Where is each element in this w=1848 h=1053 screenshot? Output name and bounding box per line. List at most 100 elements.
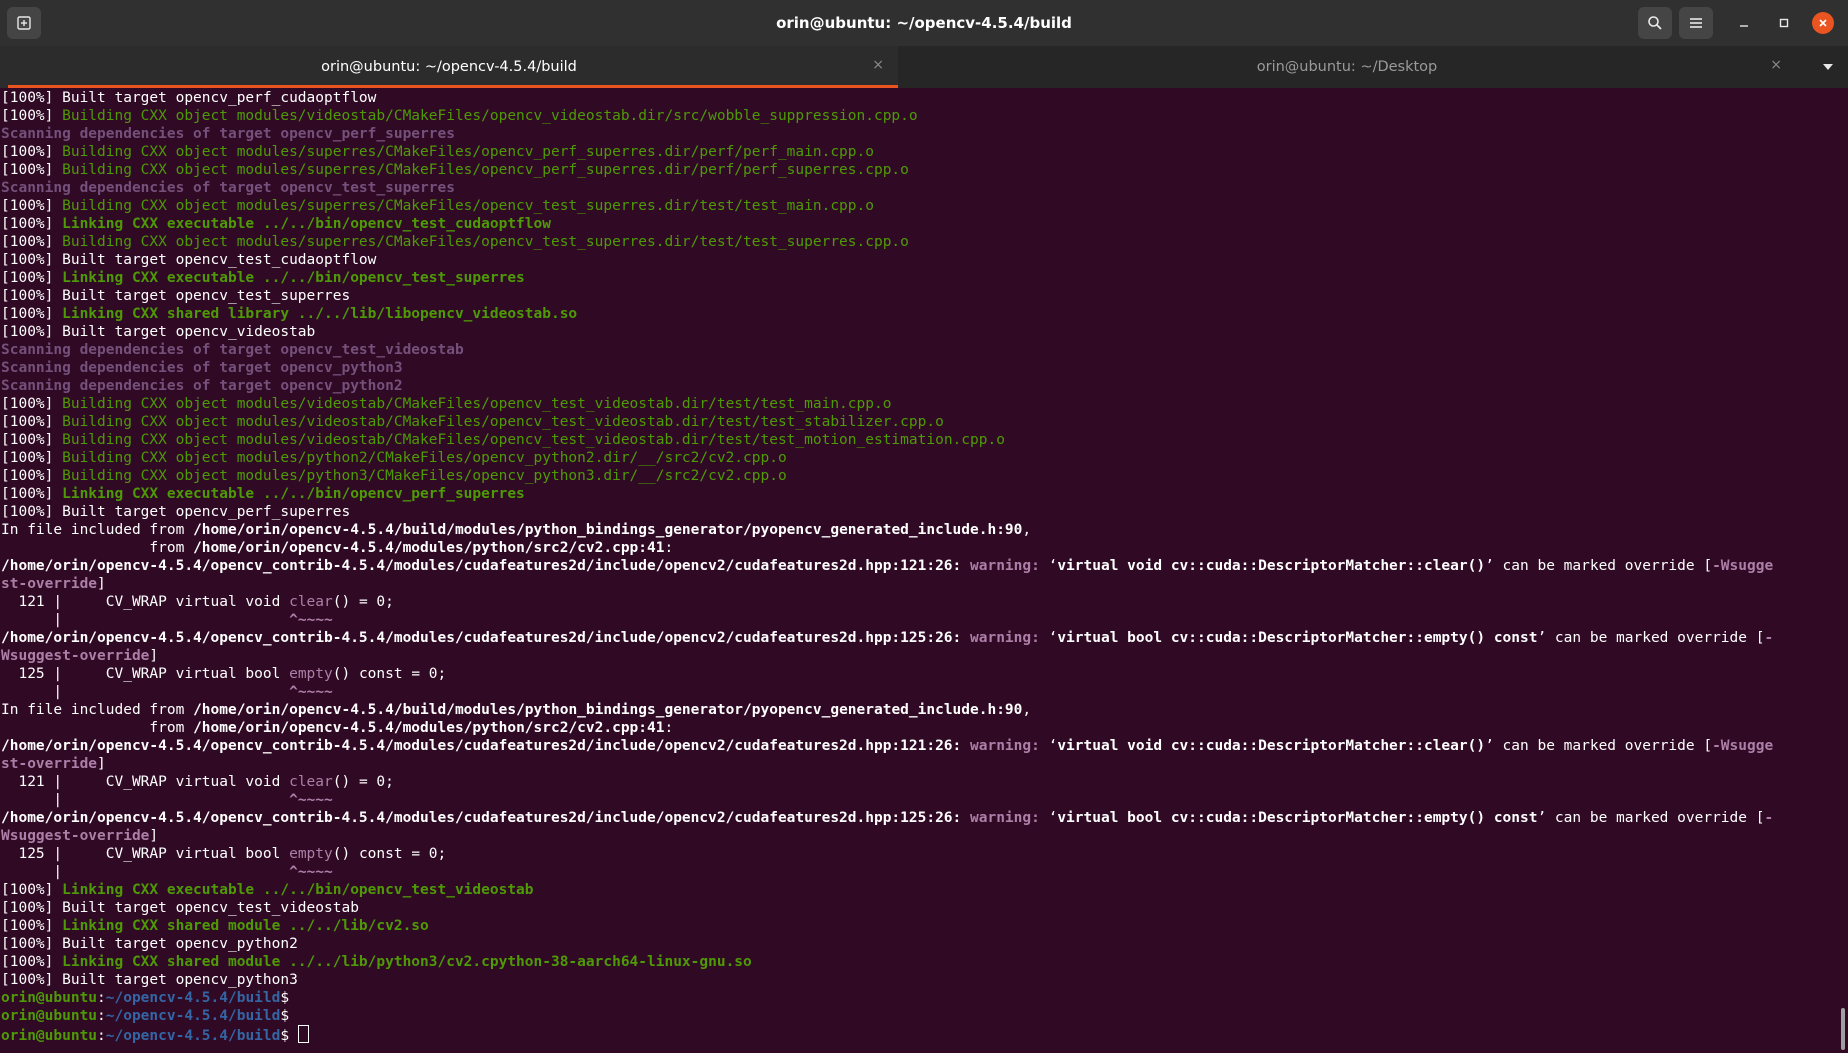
terminal-text: warning:	[970, 738, 1049, 754]
terminal-text: Building CXX object modules/python3/CMak…	[62, 468, 787, 484]
terminal-text: ’ can be marked override [	[1485, 738, 1713, 754]
terminal-line: Scanning dependencies of target opencv_t…	[0, 341, 1840, 359]
terminal-text: /home/orin/opencv-4.5.4/opencv_contrib-4…	[1, 558, 962, 574]
menu-button[interactable]	[1679, 7, 1713, 39]
terminal-line: /home/orin/opencv-4.5.4/opencv_contrib-4…	[0, 809, 1840, 827]
terminal-text: virtual bool cv::cuda::DescriptorMatcher…	[1057, 810, 1538, 826]
terminal-text: ]	[97, 576, 106, 592]
terminal-text: Building CXX object modules/videostab/CM…	[62, 414, 944, 430]
terminal-text: warning:	[970, 630, 1049, 646]
terminal-text: empty	[289, 666, 333, 682]
terminal-line: [100%] Built target opencv_perf_cudaoptf…	[0, 89, 1840, 107]
terminal-line: Scanning dependencies of target opencv_p…	[0, 125, 1840, 143]
terminal-line: [100%] Linking CXX shared module ../../l…	[0, 917, 1840, 935]
terminal-line: [100%] Building CXX object modules/pytho…	[0, 467, 1840, 485]
tab-menu-button[interactable]	[1818, 57, 1838, 77]
terminal-text: virtual void cv::cuda::DescriptorMatcher…	[1057, 558, 1486, 574]
terminal-text: clear	[289, 594, 333, 610]
minimize-icon	[1740, 25, 1748, 27]
terminal-text: :	[664, 720, 674, 736]
terminal-text: () const = 0;	[332, 666, 447, 682]
terminal-text: -	[1764, 810, 1774, 826]
terminal-line: 125 | CV_WRAP virtual bool empty() const…	[0, 845, 1840, 863]
prompt-symbol: $	[280, 1008, 298, 1024]
terminal-line: | ^~~~~	[0, 863, 1840, 881]
search-button[interactable]	[1638, 7, 1672, 39]
prompt-symbol: $	[280, 1028, 298, 1044]
terminal-text: ^~~~~	[289, 864, 333, 880]
maximize-button[interactable]	[1773, 12, 1795, 34]
terminal-text: /home/orin/opencv-4.5.4/modules/python/s…	[193, 540, 665, 556]
terminal-text: |	[1, 792, 290, 808]
terminal-line: st-override]	[0, 575, 1840, 593]
terminal-line: [100%] Linking CXX executable ../../bin/…	[0, 215, 1840, 233]
terminal-text: ]	[149, 828, 159, 844]
terminal-text: [100%] Built target opencv_perf_cudaoptf…	[1, 90, 377, 106]
terminal-text: from	[1, 720, 194, 736]
terminal-line: from /home/orin/opencv-4.5.4/modules/pyt…	[0, 719, 1840, 737]
terminal-text: /home/orin/opencv-4.5.4/opencv_contrib-4…	[1, 810, 962, 826]
terminal-text: /home/orin/opencv-4.5.4/modules/python/s…	[193, 720, 665, 736]
terminal-text: -Wsugge	[1712, 558, 1774, 574]
new-tab-button[interactable]	[7, 7, 41, 39]
terminal-line: [100%] Building CXX object modules/pytho…	[0, 449, 1840, 467]
terminal-text: ’ can be marked override [	[1537, 810, 1765, 826]
close-window-button[interactable]	[1812, 12, 1834, 34]
terminal-text: [100%]	[1, 414, 63, 430]
terminal-text: warning:	[970, 558, 1049, 574]
prompt-sep: :	[97, 1028, 106, 1044]
terminal-text: Wsuggest-override	[1, 828, 150, 844]
minimize-button[interactable]	[1733, 12, 1755, 34]
tab-close-icon[interactable]: ×	[872, 57, 884, 73]
terminal-text: /home/orin/opencv-4.5.4/opencv_contrib-4…	[1, 738, 962, 754]
terminal-scrollbar[interactable]	[1841, 1008, 1845, 1050]
terminal-line: Wsuggest-override]	[0, 647, 1840, 665]
prompt-path: ~/opencv-4.5.4/build	[105, 1008, 281, 1024]
terminal-text: :	[664, 540, 674, 556]
tab-opencv-build[interactable]: orin@ubuntu: ~/opencv-4.5.4/build ×	[0, 46, 898, 88]
terminal-text: ,	[1022, 702, 1032, 718]
terminal-text: Linking CXX executable ../../bin/opencv_…	[62, 216, 551, 232]
terminal-text: [100%]	[1, 882, 63, 898]
terminal-text: /home/orin/opencv-4.5.4/opencv_contrib-4…	[1, 630, 962, 646]
terminal-line: from /home/orin/opencv-4.5.4/modules/pyt…	[0, 539, 1840, 557]
shell-prompt: orin@ubuntu:~/opencv-4.5.4/build$	[0, 1025, 1840, 1044]
terminal-line: Scanning dependencies of target opencv_p…	[0, 359, 1840, 377]
terminal-cursor	[297, 1025, 309, 1043]
terminal-text: [100%]	[1, 486, 63, 502]
terminal-text: [100%] Built target opencv_perf_superres	[1, 504, 351, 520]
terminal-text: 121 | CV_WRAP virtual void	[1, 774, 290, 790]
terminal-text: ^~~~~	[289, 684, 333, 700]
terminal-line: [100%] Building CXX object modules/super…	[0, 197, 1840, 215]
terminal-line: [100%] Linking CXX shared library ../../…	[0, 305, 1840, 323]
terminal-text: () const = 0;	[332, 846, 447, 862]
terminal-text: empty	[289, 846, 333, 862]
terminal-text: Building CXX object modules/videostab/CM…	[62, 108, 918, 124]
new-tab-icon	[17, 16, 31, 30]
terminal-text: [100%]	[1, 468, 63, 484]
terminal-output[interactable]: [100%] Built target opencv_perf_cudaoptf…	[0, 89, 1840, 1053]
terminal-line: [100%] Linking CXX shared module ../../l…	[0, 953, 1840, 971]
terminal-text: [100%] Built target opencv_videostab	[1, 324, 316, 340]
terminal-text: 121 | CV_WRAP virtual void	[1, 594, 290, 610]
tab-close-icon[interactable]: ×	[1770, 57, 1782, 73]
terminal-line: [100%] Building CXX object modules/video…	[0, 413, 1840, 431]
terminal-line: [100%] Built target opencv_python2	[0, 935, 1840, 953]
terminal-text: () = 0;	[332, 774, 394, 790]
terminal-text: Scanning dependencies of target opencv_t…	[1, 342, 464, 358]
prompt-user: orin@ubuntu	[1, 990, 98, 1006]
terminal-text: [100%]	[1, 270, 63, 286]
terminal-text: Linking CXX shared library ../../lib/lib…	[62, 306, 578, 322]
terminal-text: Building CXX object modules/python2/CMak…	[62, 450, 787, 466]
terminal-text: 125 | CV_WRAP virtual bool	[1, 666, 290, 682]
terminal-text: ^~~~~	[289, 612, 333, 628]
hamburger-menu-icon	[1690, 18, 1702, 28]
terminal-text: warning:	[970, 810, 1049, 826]
terminal-text: [100%] Built target opencv_test_superres	[1, 288, 351, 304]
terminal-line: | ^~~~~	[0, 791, 1840, 809]
tab-desktop[interactable]: orin@ubuntu: ~/Desktop ×	[898, 46, 1796, 88]
terminal-text: ^~~~~	[289, 792, 333, 808]
terminal-text: Scanning dependencies of target opencv_p…	[1, 126, 455, 142]
terminal-text: 125 | CV_WRAP virtual bool	[1, 846, 290, 862]
